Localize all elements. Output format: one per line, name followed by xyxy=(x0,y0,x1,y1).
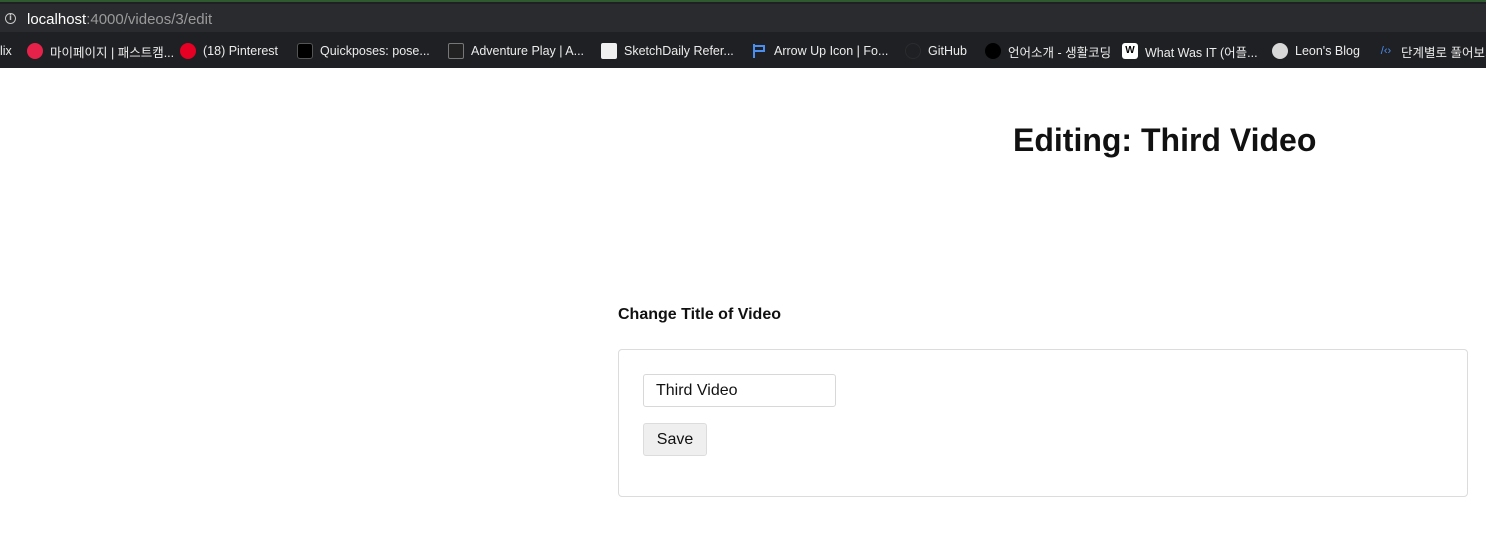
bookmark-label: Adventure Play | A... xyxy=(471,44,585,58)
opentutorials-icon xyxy=(985,43,1001,59)
save-button[interactable]: Save xyxy=(643,423,707,456)
title-input[interactable] xyxy=(643,374,836,407)
adventure-play-icon xyxy=(448,43,464,59)
url-text[interactable]: localhost:4000/videos/3/edit xyxy=(27,11,212,28)
address-bar-container: i localhost:4000/videos/3/edit xyxy=(0,0,1486,34)
bookmark-item[interactable]: /‹› 단계별로 풀어보기 xyxy=(1378,34,1486,68)
globe-icon xyxy=(1272,43,1288,59)
bookmark-label: GitHub xyxy=(928,44,967,58)
bookmark-label: What Was IT (어플... xyxy=(1145,45,1258,60)
section-label: Change Title of Video xyxy=(618,306,781,323)
bookmark-item[interactable]: 언어소개 - 생활코딩 xyxy=(985,34,1111,68)
page-title: Editing: Third Video xyxy=(1013,122,1317,158)
bookmark-item[interactable]: W What Was IT (어플... xyxy=(1122,34,1258,68)
bookmark-item[interactable]: 마이페이지 | 패스트캠... xyxy=(27,34,174,68)
bookmark-label: 단계별로 풀어보기 xyxy=(1401,45,1486,60)
bookmark-label: lix xyxy=(0,44,12,58)
bookmark-label: 언어소개 - 생활코딩 xyxy=(1008,45,1112,60)
bookmark-label: 마이페이지 | 패스트캠... xyxy=(50,45,175,60)
bookmark-item[interactable]: Arrow Up Icon | Fo... xyxy=(751,34,888,68)
bookmark-item[interactable]: Adventure Play | A... xyxy=(448,34,584,68)
code-icon: /‹› xyxy=(1380,45,1392,57)
fastcampus-icon xyxy=(27,43,43,59)
bookmark-label: Quickposes: pose... xyxy=(320,44,430,58)
bookmark-item[interactable]: lix xyxy=(0,34,12,68)
bookmarks-bar: lix 마이페이지 | 패스트캠... (18) Pinterest Quick… xyxy=(0,34,1486,68)
site-info-icon[interactable]: i xyxy=(5,13,16,24)
address-bar[interactable]: i localhost:4000/videos/3/edit xyxy=(0,4,1486,32)
flag-icon xyxy=(751,43,767,59)
bookmark-label: (18) Pinterest xyxy=(203,44,279,58)
w-icon: W xyxy=(1122,43,1138,59)
url-host: localhost xyxy=(27,11,87,28)
bookmark-label: SketchDaily Refer... xyxy=(624,44,734,58)
quickposes-icon xyxy=(297,43,313,59)
bookmark-item[interactable]: GitHub xyxy=(905,34,967,68)
github-icon xyxy=(905,43,921,59)
pinterest-icon xyxy=(180,43,196,59)
sketchdaily-icon xyxy=(601,43,617,59)
bookmark-item[interactable]: SketchDaily Refer... xyxy=(601,34,734,68)
bookmark-label: Arrow Up Icon | Fo... xyxy=(774,44,889,58)
edit-form-card xyxy=(618,349,1468,497)
url-path: :4000/videos/3/edit xyxy=(86,11,213,28)
bookmark-item[interactable]: Quickposes: pose... xyxy=(297,34,430,68)
bookmark-item[interactable]: (18) Pinterest xyxy=(180,34,278,68)
bookmark-label: Leon's Blog xyxy=(1295,44,1360,58)
bookmark-item[interactable]: Leon's Blog xyxy=(1272,34,1360,68)
